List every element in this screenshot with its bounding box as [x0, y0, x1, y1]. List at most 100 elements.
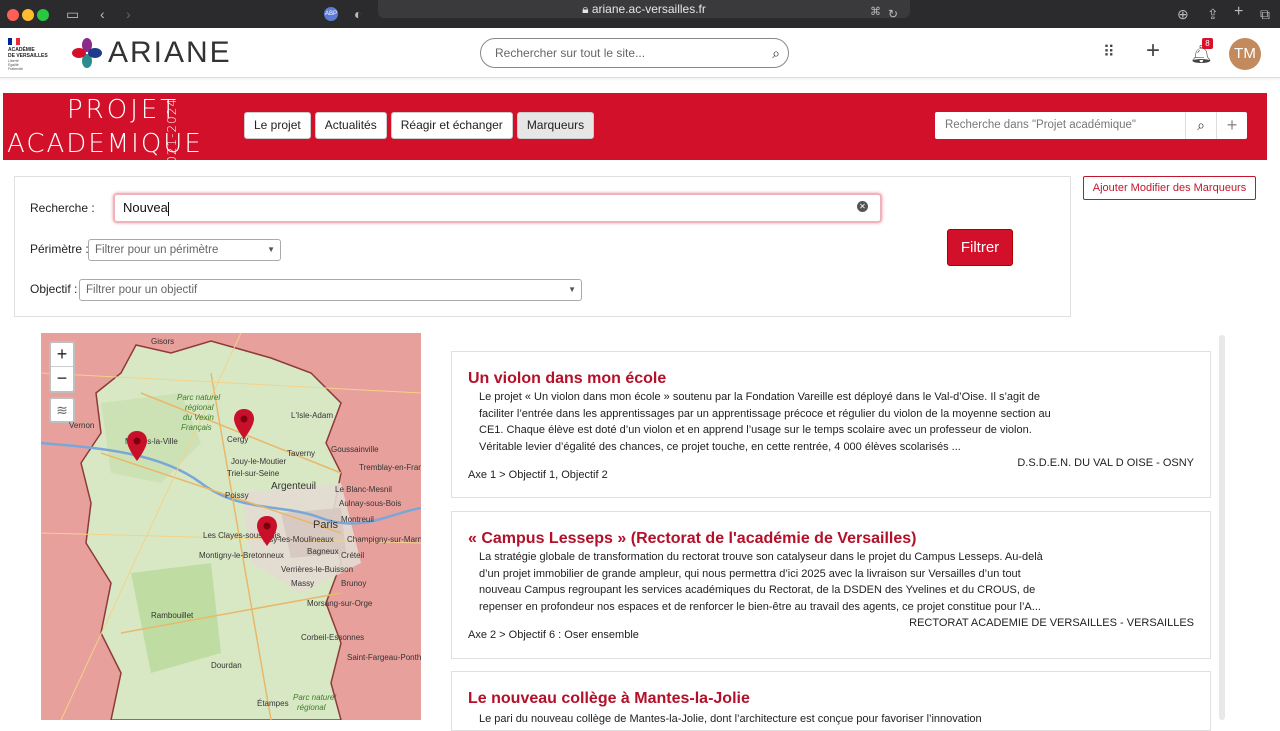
- avatar[interactable]: TM: [1229, 38, 1261, 70]
- recherche-value: Nouvea: [123, 200, 168, 215]
- share-icon[interactable]: ⇪: [1207, 6, 1219, 22]
- site-header: ACADÉMIE DE VERSAILLES Liberté Égalité F…: [0, 28, 1280, 78]
- result-card[interactable]: Le nouveau collège à Mantes-la-Jolie Le …: [451, 671, 1211, 731]
- project-tabs: Le projet Actualités Réagir et échanger …: [244, 112, 598, 139]
- search-icon[interactable]: ⌕: [772, 39, 780, 67]
- notification-badge: 8: [1202, 38, 1213, 49]
- recherche-input[interactable]: Nouvea ✕: [113, 193, 882, 223]
- result-card[interactable]: Un violon dans mon école Le projet « Un …: [451, 351, 1211, 498]
- map-marker-icon[interactable]: [257, 516, 277, 546]
- map-label: Bagneux: [307, 547, 339, 556]
- map-label: Saint-Fargeau-Ponthierry: [347, 653, 421, 662]
- map-view[interactable]: + − ≋ Gisors Parc naturel régional du Ve…: [41, 333, 421, 720]
- project-search-input[interactable]: Recherche dans "Projet académique": [935, 112, 1186, 139]
- result-card[interactable]: « Campus Lesseps » (Rectorat de l'académ…: [451, 511, 1211, 659]
- result-axe: Axe 2 > Objectif 6 : Oser ensemble: [468, 629, 639, 641]
- plus-icon: +: [1226, 115, 1238, 135]
- zoom-in-button[interactable]: +: [51, 343, 73, 367]
- project-search: Recherche dans "Projet académique" ⌕ +: [935, 112, 1247, 139]
- clear-icon[interactable]: ✕: [857, 201, 868, 212]
- tab-le-projet[interactable]: Le projet: [244, 112, 311, 139]
- translate-icon[interactable]: ⌘: [870, 4, 881, 20]
- url-text: ariane.ac-versailles.fr: [591, 2, 706, 16]
- zoom-out-button[interactable]: −: [51, 367, 73, 391]
- browser-toolbar: ▭ ‹ › ABP ◐ 🔒︎ ariane.ac-versailles.fr ⌘…: [0, 0, 1280, 28]
- tab-actualites[interactable]: Actualités: [314, 112, 387, 139]
- result-title[interactable]: « Campus Lesseps » (Rectorat de l'académ…: [468, 530, 916, 548]
- ariane-flower-icon: [72, 38, 102, 68]
- academie-logo[interactable]: ACADÉMIE DE VERSAILLES Liberté Égalité F…: [8, 38, 54, 71]
- map-label: Argenteuil: [271, 481, 317, 492]
- address-bar[interactable]: 🔒︎ ariane.ac-versailles.fr: [378, 0, 910, 18]
- new-tab-icon[interactable]: +: [1234, 4, 1243, 20]
- project-banner: PROJET ACADEMIQUE 2021-2024 Le projet Ac…: [3, 93, 1267, 172]
- map-label: du Vexin: [183, 413, 214, 422]
- perimetre-placeholder: Filtrer pour un périmètre: [95, 244, 219, 256]
- reload-icon[interactable]: ↻: [888, 6, 898, 22]
- add-marker-button[interactable]: Ajouter Modifier des Marqueurs: [1083, 176, 1256, 200]
- map-label: Aulnay-sous-Bois: [339, 499, 402, 508]
- minimize-window-button[interactable]: [22, 9, 34, 21]
- apps-grid-icon[interactable]: ⠿: [1103, 41, 1115, 65]
- chevron-down-icon: ▼: [267, 245, 275, 254]
- filter-button[interactable]: Filtrer: [947, 229, 1013, 266]
- map-label: Dourdan: [211, 661, 242, 670]
- map-label: Français: [181, 423, 212, 432]
- recherche-label: Recherche :: [30, 201, 95, 215]
- sidebar-icon[interactable]: ▭: [66, 6, 79, 22]
- perimetre-select[interactable]: Filtrer pour un périmètre ▼: [88, 239, 281, 261]
- map-label: Étampes: [257, 699, 289, 708]
- zoom-control: + −: [49, 341, 75, 393]
- ariane-logo[interactable]: ARIANE: [72, 36, 232, 70]
- close-window-button[interactable]: [7, 9, 19, 21]
- tab-overview-icon[interactable]: ⧉: [1260, 6, 1270, 22]
- site-search-input[interactable]: Rechercher sur tout le site... ⌕: [480, 38, 789, 68]
- objectif-placeholder: Filtrer pour un objectif: [86, 284, 198, 296]
- tab-marqueurs[interactable]: Marqueurs: [516, 112, 595, 139]
- result-title[interactable]: Un violon dans mon école: [468, 370, 666, 388]
- perimetre-label: Périmètre :: [30, 242, 89, 256]
- map-label: régional: [185, 403, 214, 412]
- add-icon[interactable]: +: [1146, 39, 1160, 63]
- filter-panel: Recherche : Nouvea ✕ Périmètre : Filtrer…: [14, 176, 1071, 317]
- text-caret: [167, 201, 169, 216]
- map-label: Triel-sur-Seine: [227, 469, 280, 478]
- academie-line-5: Fraternité: [8, 67, 23, 71]
- project-add-button[interactable]: +: [1217, 112, 1247, 139]
- map-marker-icon[interactable]: [234, 409, 254, 439]
- project-search-button[interactable]: ⌕: [1186, 112, 1217, 139]
- logo-text: ARIANE: [108, 36, 232, 69]
- download-icon[interactable]: ⊕: [1177, 6, 1189, 22]
- map-label: Corbeil-Essonnes: [301, 633, 365, 642]
- map-label: Goussainville: [331, 445, 379, 454]
- map-label: Champigny-sur-Marne: [347, 535, 421, 544]
- map-label: Vernon: [69, 421, 95, 430]
- map-label: Parc naturel: [177, 393, 221, 402]
- result-description: Le pari du nouveau collège de Mantes-la-…: [479, 713, 982, 725]
- map-label: Parc naturel: [293, 693, 337, 702]
- french-flag-icon: [8, 38, 20, 45]
- forward-icon[interactable]: ›: [126, 6, 131, 22]
- project-years: 2021-2024: [165, 98, 179, 173]
- shield-icon[interactable]: ◐: [354, 6, 362, 22]
- map-label: Brunoy: [341, 579, 367, 588]
- layers-button[interactable]: ≋: [49, 397, 75, 423]
- chevron-down-icon: ▼: [568, 285, 576, 294]
- result-title[interactable]: Le nouveau collège à Mantes-la-Jolie: [468, 690, 750, 708]
- map-label: Montreuil: [341, 515, 374, 524]
- map-label: Verrières-le-Buisson: [281, 565, 354, 574]
- map-marker-icon[interactable]: [127, 431, 147, 461]
- adblock-extension-icon[interactable]: ABP: [324, 7, 338, 21]
- back-icon[interactable]: ‹: [100, 6, 105, 22]
- map-label: régional: [297, 703, 326, 712]
- result-axe: Axe 1 > Objectif 1, Objectif 2: [468, 469, 608, 481]
- search-icon: ⌕: [1197, 117, 1205, 133]
- zoom-window-button[interactable]: [37, 9, 49, 21]
- map-label: Jouy-le-Moutier: [231, 457, 287, 466]
- map-label: Paris: [313, 519, 339, 531]
- tab-reagir-et-echanger[interactable]: Réagir et échanger: [390, 112, 513, 139]
- results-scrollbar[interactable]: [1219, 335, 1225, 720]
- result-author: D.S.D.E.N. DU VAL D OISE - OSNY: [1017, 457, 1194, 469]
- objectif-select[interactable]: Filtrer pour un objectif ▼: [79, 279, 582, 301]
- project-title-line-1: PROJET: [67, 95, 180, 125]
